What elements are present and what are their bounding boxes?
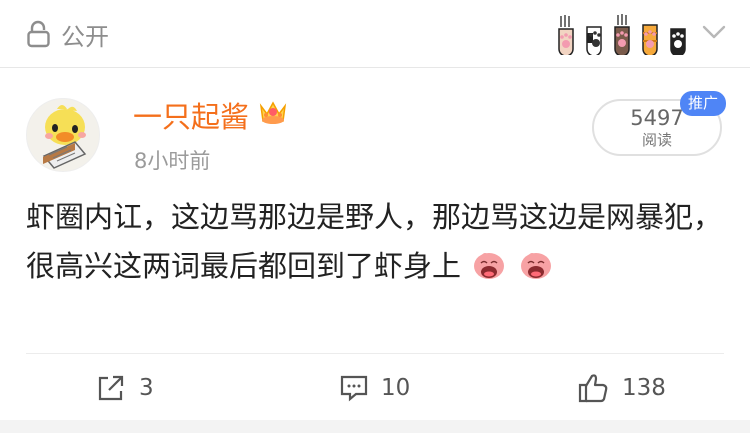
- visibility-label: 公开: [61, 22, 109, 51]
- paw-sticker-icon: [582, 13, 606, 55]
- post-timestamp: 8小时前: [134, 149, 211, 173]
- username[interactable]: 一只起酱: [133, 97, 289, 137]
- promotion-badge[interactable]: 推广: [680, 91, 727, 116]
- action-divider: [26, 353, 724, 354]
- post-content: 虾圈内讧，这边骂那边是野人，那边骂这边是网暴犯，很高兴这两词最后都回到了虾身上: [26, 193, 726, 291]
- share-count: 3: [139, 375, 154, 401]
- laughing-emoji-icon: [519, 248, 553, 282]
- read-label: 阅读: [641, 131, 672, 149]
- share-button[interactable]: 3: [95, 368, 154, 408]
- bottom-separator: [0, 420, 750, 433]
- thumbs-up-icon: [576, 371, 610, 405]
- like-button[interactable]: 138: [576, 368, 666, 408]
- visibility-indicator[interactable]: 公开: [26, 17, 109, 51]
- post-top-bar: 公开: [0, 0, 750, 68]
- chevron-down-icon[interactable]: [702, 24, 726, 44]
- crown-vip-icon[interactable]: [257, 97, 289, 137]
- user-avatar[interactable]: [26, 98, 100, 172]
- post-actions: 3 10 138: [0, 360, 750, 416]
- paw-sticker-icon: [610, 13, 634, 55]
- paw-sticker-icon: [554, 13, 578, 55]
- weibo-post-page: 公开 一只起酱 8小时前 5497 阅读 推广 虾圈内讧，这边骂那边是野人，那边…: [0, 0, 750, 433]
- paw-sticker-icon: [666, 13, 690, 55]
- comment-icon: [339, 373, 369, 403]
- laughing-emoji-icon: [472, 248, 506, 282]
- lock-icon: [26, 20, 51, 48]
- share-icon: [95, 372, 127, 404]
- comment-button[interactable]: 10: [339, 368, 410, 408]
- post-text: 虾圈内讧，这边骂那边是野人，那边骂这边是网暴犯，很高兴这两词最后都回到了虾身上: [26, 200, 723, 283]
- decoration-and-menu: [554, 10, 726, 58]
- username-text: 一只起酱: [133, 100, 250, 134]
- comment-count: 10: [381, 375, 411, 401]
- paw-sticker-icon: [638, 13, 662, 55]
- like-count: 138: [622, 375, 666, 401]
